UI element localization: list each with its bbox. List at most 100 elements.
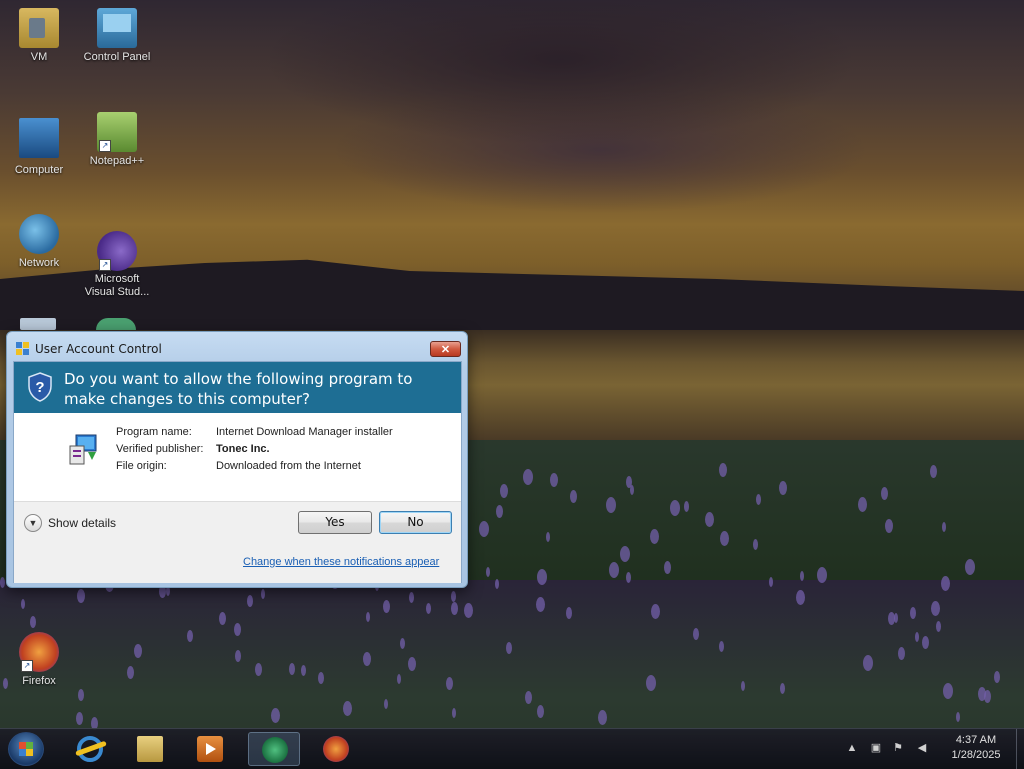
wallpaper-flower <box>255 663 262 676</box>
wallpaper-flower <box>366 612 370 622</box>
uac-consent-icon <box>262 737 288 763</box>
uac-titlebar[interactable]: User Account Control ✕ <box>7 332 467 360</box>
publisher-label: Verified publisher: <box>116 443 204 455</box>
wallpaper-flower <box>546 532 550 542</box>
media-player-icon <box>197 736 223 762</box>
desktop-icon-label: Control Panel <box>83 51 151 63</box>
wallpaper-flower <box>426 603 431 614</box>
change-notifications-link[interactable]: Change when these notifications appear <box>243 556 439 568</box>
wallpaper-flower <box>261 589 265 599</box>
show-details-toggle[interactable]: ▼ Show details <box>24 514 116 532</box>
network-icon[interactable]: ▣ <box>870 742 882 754</box>
uac-dialog: User Account Control ✕ ? Do you want to … <box>6 331 468 588</box>
wallpaper-flower <box>684 501 689 512</box>
wallpaper-flower <box>500 484 508 498</box>
desktop-icon-computer[interactable]: Computer <box>4 112 74 177</box>
wallpaper-flower <box>779 481 787 495</box>
uac-footer: ▼ Show details Yes No Change when these n… <box>14 501 461 583</box>
chevron-down-icon: ▼ <box>24 514 42 532</box>
yes-button[interactable]: Yes <box>298 511 372 534</box>
wallpaper-flower <box>858 497 867 512</box>
wallpaper-flower <box>566 607 572 619</box>
show-desktop-button[interactable] <box>1016 729 1024 769</box>
desktop-icon-vm[interactable]: VM <box>4 8 74 64</box>
windows-logo-icon <box>19 742 33 756</box>
hidden-desktop-icon[interactable] <box>96 318 136 330</box>
action-center-flag-icon[interactable]: ⚑ <box>892 742 904 754</box>
wallpaper-flower <box>956 712 960 722</box>
desktop-icon-label: Computer <box>14 164 64 176</box>
desktop-icon-visual-studio[interactable]: ↗ Microsoft Visual Stud... <box>82 226 152 299</box>
wallpaper-flower <box>506 642 512 654</box>
wallpaper-flower <box>486 567 490 577</box>
wallpaper-flower <box>409 592 414 603</box>
desktop-icon-network[interactable]: Network <box>4 214 74 270</box>
wallpaper-flower <box>496 505 503 518</box>
wallpaper-flower <box>247 595 253 607</box>
desktop-icon-firefox[interactable]: ↗ Firefox <box>4 632 74 688</box>
wallpaper-flower <box>720 531 729 546</box>
wallpaper-flower <box>219 612 226 625</box>
wallpaper-flower <box>800 571 804 581</box>
taskbar-item-internet-explorer[interactable] <box>64 732 116 766</box>
system-clock[interactable]: 4:37 AM 1/28/2025 <box>940 733 1012 763</box>
no-button[interactable]: No <box>379 511 452 534</box>
taskbar-item-firefox[interactable] <box>310 732 362 766</box>
wallpaper-flower <box>598 710 607 725</box>
wallpaper-flower <box>978 687 986 701</box>
wallpaper-flower <box>994 671 1000 683</box>
wallpaper-flower <box>271 708 280 723</box>
wallpaper-flower <box>650 529 659 544</box>
taskbar-item-uac-prompt[interactable] <box>248 732 300 766</box>
wallpaper-flower <box>479 521 489 537</box>
show-details-label: Show details <box>48 516 117 530</box>
wallpaper-flower <box>898 647 905 660</box>
wallpaper-flower <box>915 632 919 642</box>
file-origin-label: File origin: <box>116 460 167 472</box>
wallpaper-flower <box>741 681 745 691</box>
close-icon: ✕ <box>440 344 451 356</box>
wallpaper-flower <box>570 490 577 503</box>
close-button[interactable]: ✕ <box>430 341 461 357</box>
chevron-up-icon[interactable]: ▲ <box>846 742 858 754</box>
control-panel-icon <box>97 8 137 48</box>
wallpaper-flower <box>930 465 937 478</box>
taskbar-item-media-player[interactable] <box>184 732 236 766</box>
hidden-desktop-icon[interactable] <box>20 318 56 330</box>
program-info: Program name: Internet Download Manager i… <box>14 413 461 501</box>
taskbar-item-windows-explorer[interactable] <box>124 732 176 766</box>
start-button[interactable] <box>8 732 44 766</box>
wallpaper-flower <box>885 519 893 533</box>
wallpaper-flower <box>289 663 295 675</box>
desktop-icon-notepad-plus-plus[interactable]: ↗ Notepad++ <box>82 112 152 168</box>
wallpaper-flower <box>318 672 324 684</box>
wallpaper-flower <box>922 636 929 649</box>
wallpaper-flower <box>134 644 142 658</box>
wallpaper-flower <box>651 604 660 619</box>
wallpaper-flower <box>817 567 827 583</box>
wallpaper-flower <box>235 650 241 662</box>
shortcut-arrow-icon: ↗ <box>21 660 33 672</box>
volume-icon[interactable]: ◀ <box>916 742 928 754</box>
network-icon <box>19 214 59 254</box>
wallpaper-flower <box>941 576 950 591</box>
wallpaper-flower <box>626 476 632 488</box>
wallpaper-flower <box>495 579 499 589</box>
wallpaper-flower <box>451 602 458 615</box>
program-name-row: Program name: Internet Download Manager i… <box>116 426 393 438</box>
wallpaper-flower <box>525 691 532 704</box>
wallpaper-flower <box>931 601 940 616</box>
shortcut-arrow-icon: ↗ <box>99 259 111 271</box>
wallpaper-flower <box>537 569 547 585</box>
firefox-icon <box>323 736 349 762</box>
program-name-label: Program name: <box>116 426 192 438</box>
idm-installer-icon <box>69 434 97 465</box>
wallpaper-flower <box>127 666 134 679</box>
wallpaper-flower <box>301 665 306 676</box>
shield-icon: ? <box>28 372 52 402</box>
wallpaper-flower <box>400 638 405 649</box>
svg-text:?: ? <box>35 379 44 396</box>
desktop-icon-control-panel[interactable]: Control Panel <box>82 8 152 64</box>
wallpaper-flower <box>936 621 941 632</box>
wallpaper-flower <box>606 497 616 513</box>
